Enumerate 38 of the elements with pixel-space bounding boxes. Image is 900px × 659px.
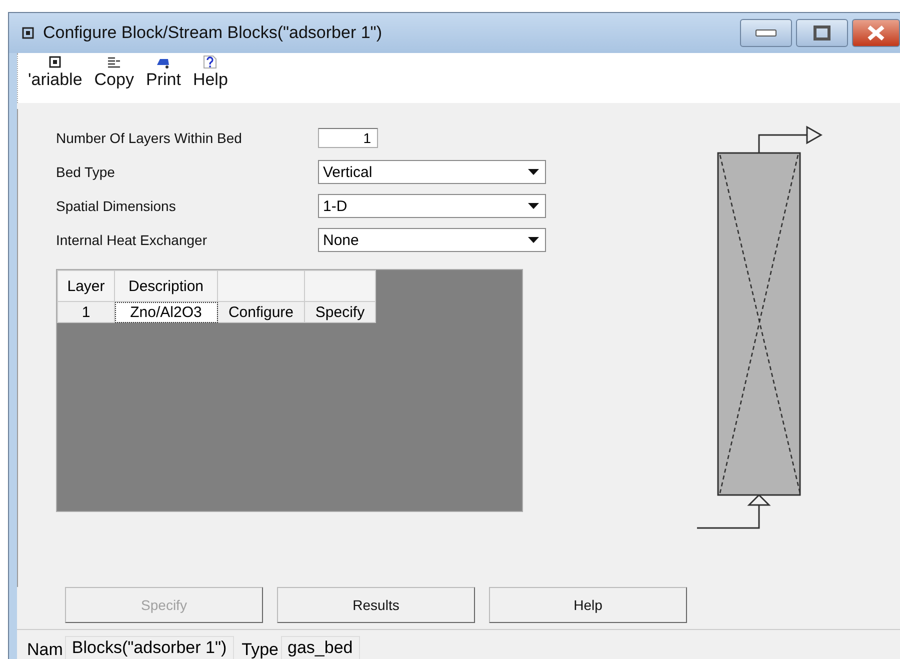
maximize-button[interactable] [796, 19, 848, 47]
block-icon [21, 26, 35, 40]
column-header [304, 270, 376, 302]
field-label: Spatial Dimensions [56, 198, 177, 214]
window-title: Configure Block/Stream Blocks("adsorber 1") [43, 23, 383, 43]
dropdown-arrow-icon [528, 169, 539, 175]
type-field: gas_bed [280, 636, 360, 659]
dialog-button[interactable]: Results [277, 587, 475, 623]
number-field[interactable]: 1 [318, 128, 378, 148]
toolbar-button[interactable]: Help [186, 53, 234, 103]
dropdown-field[interactable]: Vertical [318, 160, 546, 184]
table-cell[interactable]: 1 [58, 302, 114, 322]
table-cell[interactable]: Specify [304, 302, 376, 322]
type-label: Type [242, 640, 279, 659]
copy-icon [107, 55, 122, 69]
block-icon [48, 55, 62, 69]
close-button[interactable] [852, 19, 900, 47]
name-label: Nam [27, 640, 63, 659]
column-header: Description [114, 270, 218, 302]
toolbar-button[interactable]: Copy [88, 53, 140, 103]
dropdown-arrow-icon [528, 203, 539, 209]
minimize-button[interactable] [740, 19, 792, 47]
dropdown-field[interactable]: 1-D [318, 194, 546, 218]
toolbar-button[interactable]: Print [140, 53, 187, 103]
column-header: Layer [58, 270, 114, 302]
table-cell[interactable]: Zno/Al2O3 [114, 302, 218, 322]
table-cell[interactable]: Configure [218, 302, 304, 322]
toolbar-button[interactable]: 'ariable [22, 53, 88, 103]
field-label: Number Of Layers Within Bed [56, 130, 243, 146]
dialog-button[interactable]: Help [489, 587, 687, 623]
dropdown-field[interactable]: None [318, 228, 546, 252]
close-icon [865, 24, 887, 40]
minimize-icon [755, 28, 777, 38]
dropdown-arrow-icon [528, 237, 539, 243]
maximize-icon [813, 24, 831, 40]
field-label: Internal Heat Exchanger [56, 232, 208, 248]
name-field: Blocks("adsorber 1") [64, 636, 234, 659]
field-label: Bed Type [56, 164, 116, 180]
